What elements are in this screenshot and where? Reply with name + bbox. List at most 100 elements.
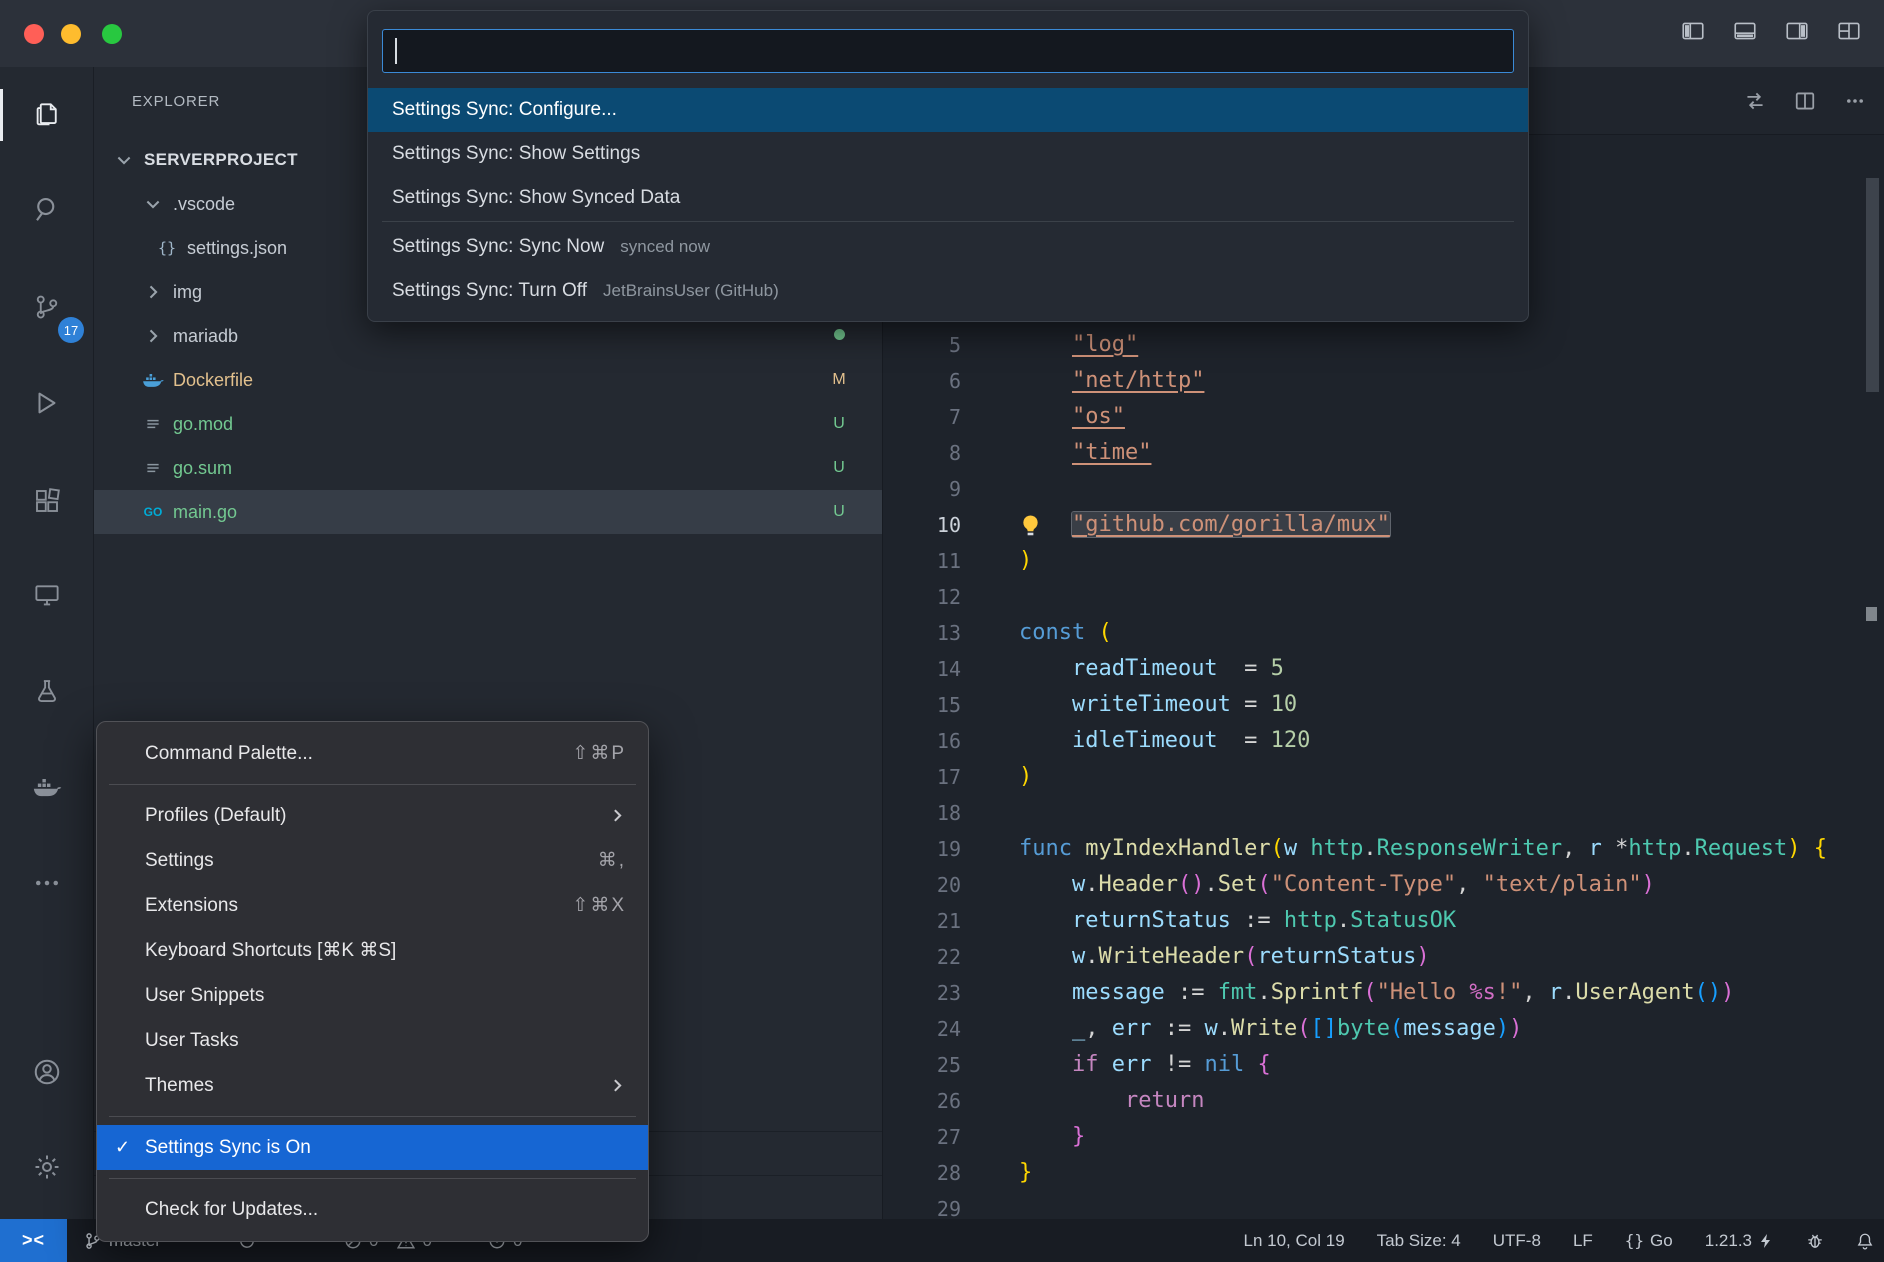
line-number: 9: [883, 471, 961, 507]
activity-more[interactable]: [0, 845, 94, 925]
menu-item-keyboard-shortcuts---k--s-[interactable]: Keyboard Shortcuts [⌘K ⌘S]: [97, 928, 648, 973]
menu-item-shortcut: ⌘,: [598, 849, 626, 872]
window-layout-controls: [1680, 18, 1862, 44]
menu-item-user-snippets[interactable]: User Snippets: [97, 973, 648, 1018]
activity-accounts[interactable]: [0, 1034, 94, 1114]
menu-item-label: Command Palette...: [145, 743, 313, 765]
text-caret: [395, 38, 397, 64]
activity-extensions[interactable]: [0, 463, 94, 543]
menu-item-label: Profiles (Default): [145, 805, 287, 827]
line-number: 10: [883, 507, 961, 543]
tree-item-main.go[interactable]: GOmain.goU: [94, 490, 882, 534]
menu-item-profiles--default-[interactable]: Profiles (Default): [97, 793, 648, 838]
status-debug-status[interactable]: [1806, 1232, 1824, 1250]
status-go-version[interactable]: 1.21.3: [1705, 1231, 1774, 1251]
line-number: 12: [883, 579, 961, 615]
status-eol-label: LF: [1573, 1231, 1593, 1251]
line-number: 26: [883, 1083, 961, 1119]
tree-item-go.sum[interactable]: go.sumU: [94, 446, 882, 490]
menu-item-user-tasks[interactable]: User Tasks: [97, 1018, 648, 1063]
palette-item[interactable]: Settings Sync: Show Synced Data: [368, 176, 1528, 220]
files-icon: [32, 98, 62, 133]
menu-item-settings-sync-is-on[interactable]: ✓Settings Sync is On: [97, 1125, 648, 1170]
activity-docker[interactable]: [0, 749, 94, 829]
palette-item[interactable]: Settings Sync: Configure...: [368, 88, 1528, 132]
activity-explorer[interactable]: [0, 75, 94, 155]
status-language-mode-label: Go: [1650, 1231, 1673, 1251]
git-status-badge: U: [826, 459, 852, 477]
line-number: 28: [883, 1155, 961, 1191]
activity-testing[interactable]: [0, 653, 94, 733]
line-number: 22: [883, 939, 961, 975]
chevron-right-icon: [139, 326, 167, 346]
tree-item-label: mariadb: [173, 326, 238, 347]
menu-item-extensions[interactable]: Extensions ⇧⌘X: [97, 883, 648, 928]
zoom-window-button[interactable]: [102, 24, 122, 44]
palette-item-label: Settings Sync: Show Settings: [392, 143, 640, 165]
open-changes-icon[interactable]: [1744, 90, 1766, 112]
more-actions-icon[interactable]: [1844, 90, 1866, 112]
menu-item-settings[interactable]: Settings⌘,: [97, 838, 648, 883]
activity-source-control[interactable]: 17: [0, 269, 94, 349]
bolt-icon: [1758, 1233, 1774, 1249]
extensions-icon: [32, 486, 62, 521]
status-indentation[interactable]: Tab Size: 4: [1377, 1231, 1461, 1251]
menu-item-themes[interactable]: Themes: [97, 1063, 648, 1108]
menu-item-shortcut: ⇧⌘X: [572, 894, 626, 917]
status-encoding[interactable]: UTF-8: [1493, 1231, 1541, 1251]
command-palette-input[interactable]: [382, 29, 1514, 73]
go-icon: GO: [139, 505, 167, 519]
source-control-icon: [32, 292, 62, 327]
ellipsis-icon: [32, 868, 62, 903]
gear-context-menu: Command Palette...⇧⌘P Profiles (Default) S…: [96, 721, 649, 1242]
palette-item[interactable]: Settings Sync: Sync Nowsynced now: [368, 225, 1528, 269]
line-number: 21: [883, 903, 961, 939]
menu-item-label: Extensions: [145, 895, 238, 917]
line-number: 27: [883, 1119, 961, 1155]
palette-item[interactable]: Settings Sync: Turn OffJetBrainsUser (Gi…: [368, 269, 1528, 313]
menu-item-label: Settings Sync is On: [145, 1137, 311, 1159]
line-number: 18: [883, 795, 961, 831]
menu-separator: [109, 1116, 636, 1117]
code-text: func myIndexHandler(w http.ResponseWrite…: [1019, 831, 1827, 867]
status-notifications[interactable]: [1856, 1232, 1874, 1250]
code-text: writeTimeout = 10: [1019, 687, 1297, 723]
activity-search[interactable]: [0, 171, 94, 251]
remote-explorer-icon: [32, 580, 62, 615]
account-icon: [32, 1057, 62, 1092]
split-editor-icon[interactable]: [1794, 90, 1816, 112]
tree-item-go.mod[interactable]: go.modU: [94, 402, 882, 446]
minimize-window-button[interactable]: [61, 24, 81, 44]
remote-indicator[interactable]: ><: [0, 1219, 67, 1262]
code-text: }: [1019, 1155, 1032, 1191]
git-dot-badge: [826, 327, 852, 345]
vscode-window: 17 EXPLORER SERVERPROJECT.vscode{}settin…: [0, 0, 1884, 1262]
activity-settings[interactable]: [0, 1129, 94, 1209]
close-window-button[interactable]: [24, 24, 44, 44]
code-text: "log": [1019, 327, 1138, 363]
customize-layout-icon[interactable]: [1836, 18, 1862, 44]
git-status-badge: U: [826, 503, 852, 521]
activity-run-debug[interactable]: [0, 365, 94, 445]
toggle-secondary-sidebar-icon[interactable]: [1784, 18, 1810, 44]
line-number: 14: [883, 651, 961, 687]
palette-item[interactable]: Settings Sync: Show Settings: [368, 132, 1528, 176]
activity-remote-explorer[interactable]: [0, 557, 94, 637]
toggle-primary-sidebar-icon[interactable]: [1680, 18, 1706, 44]
palette-item-label: Settings Sync: Turn Off: [392, 280, 587, 302]
status-cursor-position[interactable]: Ln 10, Col 19: [1244, 1231, 1345, 1251]
tree-item-dockerfile[interactable]: DockerfileM: [94, 358, 882, 402]
menu-item-check-for-updates---[interactable]: Check for Updates...: [97, 1187, 648, 1232]
line-number: 11: [883, 543, 961, 579]
menu-item-command-palette---[interactable]: Command Palette...⇧⌘P: [97, 731, 648, 776]
tree-item-label: SERVERPROJECT: [144, 150, 298, 170]
line-number: 8: [883, 435, 961, 471]
status-language-mode[interactable]: {} Go: [1625, 1231, 1673, 1251]
palette-item-label: Settings Sync: Sync Now: [392, 236, 604, 258]
editor-scrollbar[interactable]: [1866, 178, 1879, 392]
toggle-panel-icon[interactable]: [1732, 18, 1758, 44]
code-text: "time": [1019, 435, 1151, 471]
status-eol[interactable]: LF: [1573, 1231, 1593, 1251]
braces-icon: {}: [1625, 1231, 1644, 1250]
line-number: 6: [883, 363, 961, 399]
